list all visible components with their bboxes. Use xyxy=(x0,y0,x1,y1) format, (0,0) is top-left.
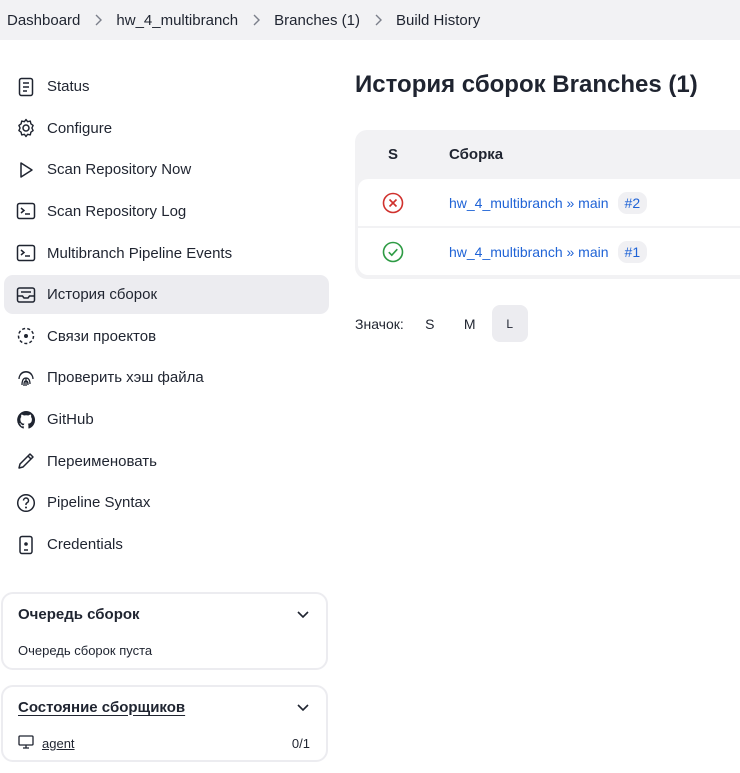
build-number-badge[interactable]: #1 xyxy=(617,240,648,263)
help-icon xyxy=(16,493,36,513)
relationship-icon xyxy=(16,326,36,346)
sidebar-item-label: GitHub xyxy=(47,411,94,429)
sidebar-item-label: История сборок xyxy=(47,286,158,304)
sidebar-item-label: Проверить хэш файла xyxy=(47,369,204,387)
failed-status-icon xyxy=(358,192,428,214)
build-link[interactable]: hw_4_multibranch » main xyxy=(449,244,609,260)
build-queue-title: Очередь сборок xyxy=(18,605,140,623)
icon-size-l[interactable]: L xyxy=(491,305,528,342)
agent-count: 0/1 xyxy=(291,736,310,751)
sidebar-item-pipeline-syntax[interactable]: Pipeline Syntax xyxy=(4,483,329,522)
sidebar-item-label: Multibranch Pipeline Events xyxy=(47,244,233,262)
sidebar-item-label: Связи проектов xyxy=(47,327,157,345)
play-icon xyxy=(16,160,36,180)
icon-size-label: Значок: xyxy=(355,315,404,332)
chevron-right-icon xyxy=(80,14,116,26)
sidebar-item-label: Credentials xyxy=(47,536,123,554)
sidebar-item-rename[interactable]: Переименовать xyxy=(4,442,329,481)
executors-panel: Состояние сборщиков agent 0/1 xyxy=(1,685,328,762)
sidebar-item-scan-log[interactable]: Scan Repository Log xyxy=(4,192,329,231)
sidebar-item-scan-now[interactable]: Scan Repository Now xyxy=(4,150,329,189)
build-queue-panel: Очередь сборок Очередь сборок пуста xyxy=(1,592,328,670)
sidebar-item-label: Scan Repository Log xyxy=(47,202,187,220)
sidebar-item-status[interactable]: Status xyxy=(4,67,329,106)
sidebar: Status Configure Scan Repository Now Sca… xyxy=(4,67,329,567)
sidebar-item-label: Pipeline Syntax xyxy=(47,494,151,512)
sidebar-item-fingerprint[interactable]: Проверить хэш файла xyxy=(4,358,329,397)
breadcrumb-project[interactable]: hw_4_multibranch xyxy=(116,12,238,29)
credentials-icon xyxy=(16,535,36,555)
column-build-header[interactable]: Сборка xyxy=(429,146,503,163)
sidebar-item-github[interactable]: GitHub xyxy=(4,400,329,439)
build-history-table: S Сборка hw_4_multibranch » main #2 hw_4… xyxy=(355,130,740,279)
agent-link[interactable]: agent xyxy=(42,736,75,751)
build-queue-empty: Очередь сборок пуста xyxy=(18,643,153,658)
table-row: hw_4_multibranch » main #2 xyxy=(358,179,740,226)
chevron-right-icon xyxy=(360,14,396,26)
page-title: История сборок Branches (1) xyxy=(355,71,698,98)
sidebar-item-credentials[interactable]: Credentials xyxy=(4,525,329,564)
terminal-icon xyxy=(16,201,36,221)
chevron-right-icon xyxy=(238,14,274,26)
breadcrumb-branches[interactable]: Branches (1) xyxy=(274,12,360,29)
computer-icon xyxy=(18,735,42,752)
breadcrumb-dashboard[interactable]: Dashboard xyxy=(7,12,80,29)
table-row: hw_4_multibranch » main #1 xyxy=(358,228,740,275)
pencil-icon xyxy=(16,451,36,471)
sidebar-item-label: Configure xyxy=(47,119,113,137)
inbox-icon xyxy=(16,285,36,305)
sidebar-item-build-history[interactable]: История сборок xyxy=(4,275,329,315)
executors-title[interactable]: Состояние сборщиков xyxy=(18,699,185,716)
column-status-header[interactable]: S xyxy=(355,146,429,163)
gear-icon xyxy=(16,118,36,138)
table-header: S Сборка xyxy=(355,130,740,178)
build-number-badge[interactable]: #2 xyxy=(617,191,648,214)
build-link[interactable]: hw_4_multibranch » main xyxy=(449,195,609,211)
chevron-down-icon[interactable] xyxy=(296,607,310,621)
success-status-icon xyxy=(358,241,428,263)
sidebar-item-label: Status xyxy=(47,78,90,95)
github-icon xyxy=(16,410,36,430)
chevron-down-icon[interactable] xyxy=(296,700,310,714)
document-icon xyxy=(16,77,36,97)
fingerprint-icon xyxy=(16,368,36,388)
sidebar-item-label: Scan Repository Now xyxy=(47,161,192,179)
sidebar-item-label: Переименовать xyxy=(47,452,157,470)
sidebar-item-configure[interactable]: Configure xyxy=(4,109,329,148)
sidebar-item-pipeline-events[interactable]: Multibranch Pipeline Events xyxy=(4,234,329,273)
icon-size-m[interactable]: M xyxy=(452,305,488,342)
terminal-icon xyxy=(16,243,36,263)
icon-size-selector: Значок: S M L xyxy=(355,305,532,342)
breadcrumb: Dashboard hw_4_multibranch Branches (1) … xyxy=(0,0,740,40)
executor-row: agent 0/1 xyxy=(3,727,326,752)
icon-size-s[interactable]: S xyxy=(412,305,448,342)
breadcrumb-build-history[interactable]: Build History xyxy=(396,12,480,29)
sidebar-item-relationships[interactable]: Связи проектов xyxy=(4,317,329,356)
